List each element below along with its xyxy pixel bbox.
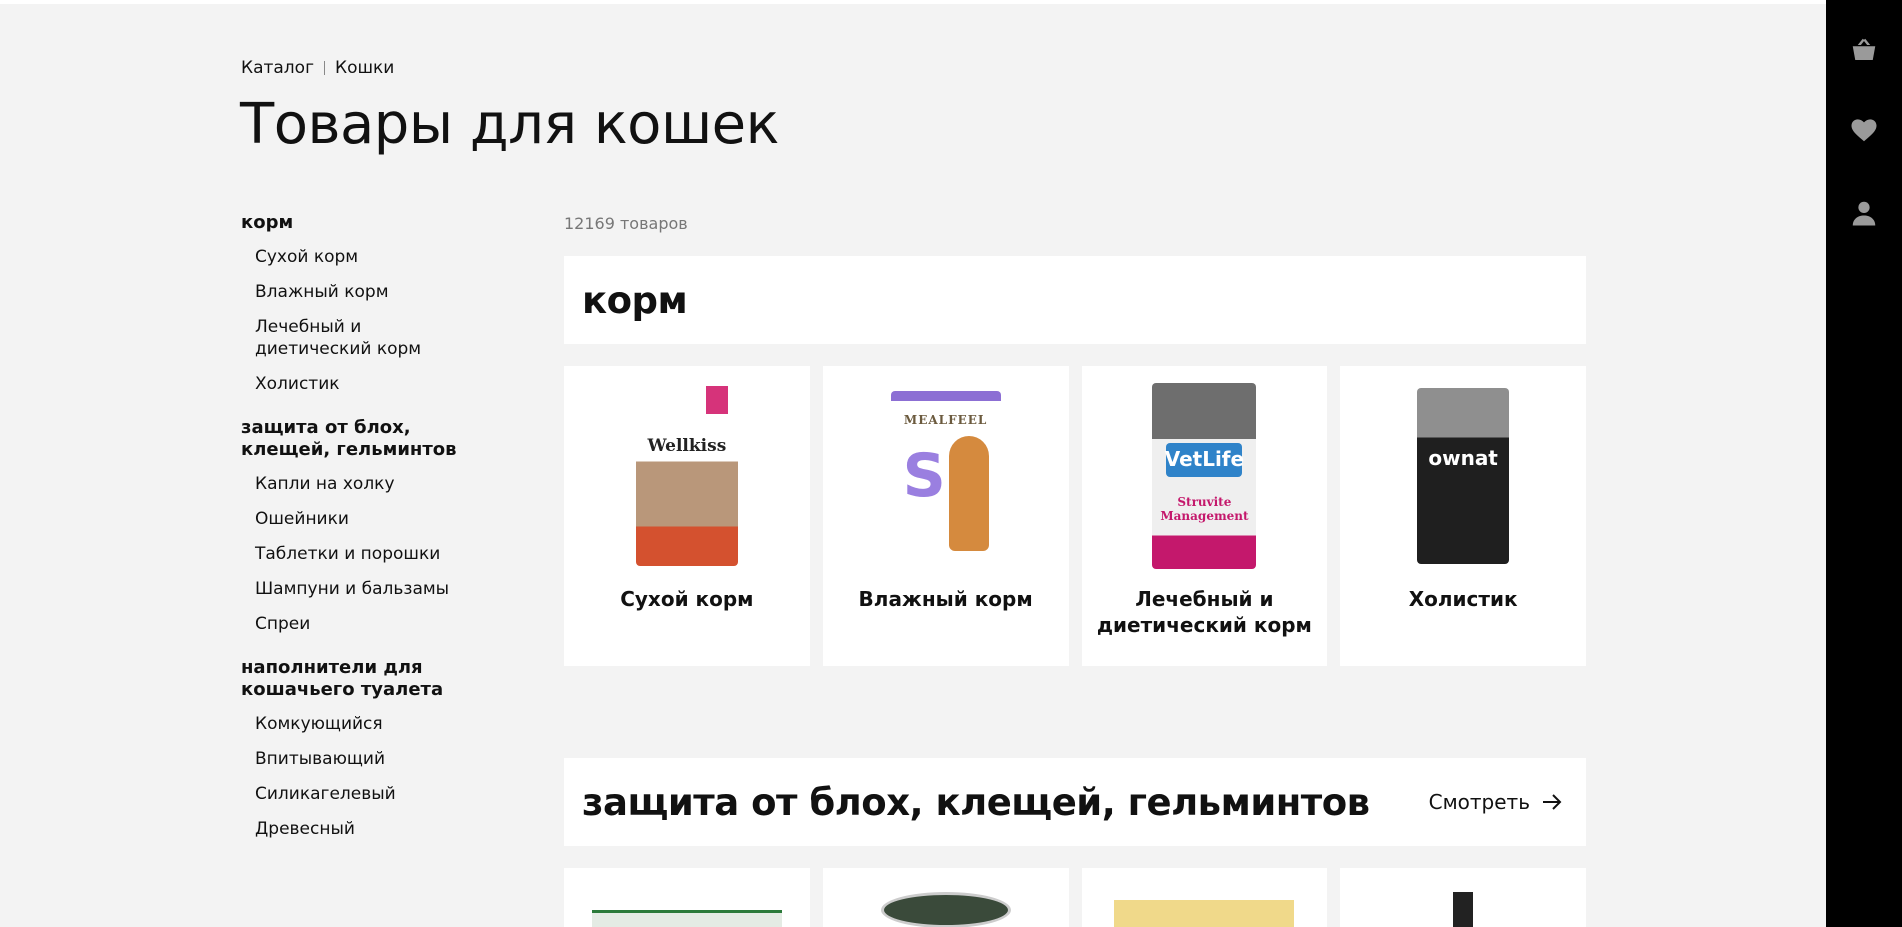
sidebar-item-diet-food[interactable]: Лечебный и диетический корм [241,316,481,360]
category-card-holistic[interactable]: ownat Холистик [1340,366,1586,666]
card-label: Лечебный и диетический корм [1096,587,1312,637]
breadcrumb-cats[interactable]: Кошки [335,58,394,78]
basket-icon[interactable] [1844,30,1884,70]
sidebar-group-litter: наполнители для кошачьего туалета Комкую… [241,657,501,840]
breadcrumb: Каталог Кошки [241,58,394,78]
protection-category-cards [564,868,1586,927]
section-title: защита от блох, клещей, гельминтов [582,780,1370,824]
ownat-package-image: ownat [1398,386,1528,566]
section-header-food: корм [564,256,1586,344]
page-title: Товары для кошек [240,92,779,157]
product-image [880,892,1011,927]
sidebar-item-drops[interactable]: Капли на холку [241,473,501,495]
breadcrumb-catalog[interactable]: Каталог [241,58,314,78]
category-sidebar: корм Сухой корм Влажный корм Лечебный и … [241,212,501,862]
sidebar-item-wet-food[interactable]: Влажный корм [241,281,501,303]
section-title: корм [582,278,688,322]
sidebar-item-sprays[interactable]: Спреи [241,613,501,635]
card-label: Влажный корм [858,587,1033,611]
product-image [1453,892,1474,927]
sidebar-heading[interactable]: корм [241,212,501,234]
category-card-wet-food[interactable]: MEALFEEL S Влажный корм [822,366,1069,666]
sidebar-heading[interactable]: защита от блох, клещей, гельминтов [241,417,501,461]
wellkiss-package-image: Wellkiss [622,386,752,566]
sidebar-item-absorbing[interactable]: Впитывающий [241,748,501,770]
category-card-partial[interactable] [564,868,810,927]
top-strip [0,0,1826,4]
sidebar-item-silica[interactable]: Силикагелевый [241,783,501,805]
card-label: Сухой корм [620,587,754,611]
sidebar-heading[interactable]: наполнители для кошачьего туалета [241,657,501,701]
sidebar-item-holistic[interactable]: Холистик [241,373,501,395]
sidebar-item-tablets[interactable]: Таблетки и порошки [241,543,501,565]
see-all-link[interactable]: Смотреть [1429,790,1564,814]
category-card-partial[interactable] [1340,868,1586,927]
product-count: 12169 товаров [564,214,688,233]
heart-icon[interactable] [1844,110,1884,150]
breadcrumb-separator [324,61,326,75]
section-header-protection: защита от блох, клещей, гельминтов Смотр… [564,758,1586,846]
card-label: Холистик [1408,587,1518,611]
category-card-dry-food[interactable]: Wellkiss Сухой корм [564,366,810,666]
sidebar-item-clumping[interactable]: Комкующийся [241,713,501,735]
product-image [1114,900,1295,927]
product-image [591,910,782,927]
vetlife-package-image: VetLife Struvite Management [1139,383,1269,569]
see-all-label: Смотреть [1428,790,1530,814]
right-rail [1826,0,1902,927]
category-card-partial[interactable] [822,868,1069,927]
arrow-right-icon [1543,794,1562,810]
category-card-diet-food[interactable]: VetLife Struvite Management Лечебный и д… [1081,366,1328,666]
main-content: 12169 товаров корм Wellkiss Сухой корм M… [564,212,1586,927]
sidebar-item-shampoos[interactable]: Шампуни и бальзамы [241,578,501,600]
sidebar-item-wood[interactable]: Древесный [241,818,501,840]
sidebar-item-dry-food[interactable]: Сухой корм [241,246,501,268]
category-card-partial[interactable] [1081,868,1328,927]
food-category-cards: Wellkiss Сухой корм MEALFEEL S Влажный к… [564,366,1586,666]
sidebar-group-food: корм Сухой корм Влажный корм Лечебный и … [241,212,501,395]
mealfeel-package-image: MEALFEEL S [881,386,1011,566]
user-icon[interactable] [1844,193,1884,233]
sidebar-group-protection: защита от блох, клещей, гельминтов Капли… [241,417,501,635]
sidebar-item-collars[interactable]: Ошейники [241,508,501,530]
